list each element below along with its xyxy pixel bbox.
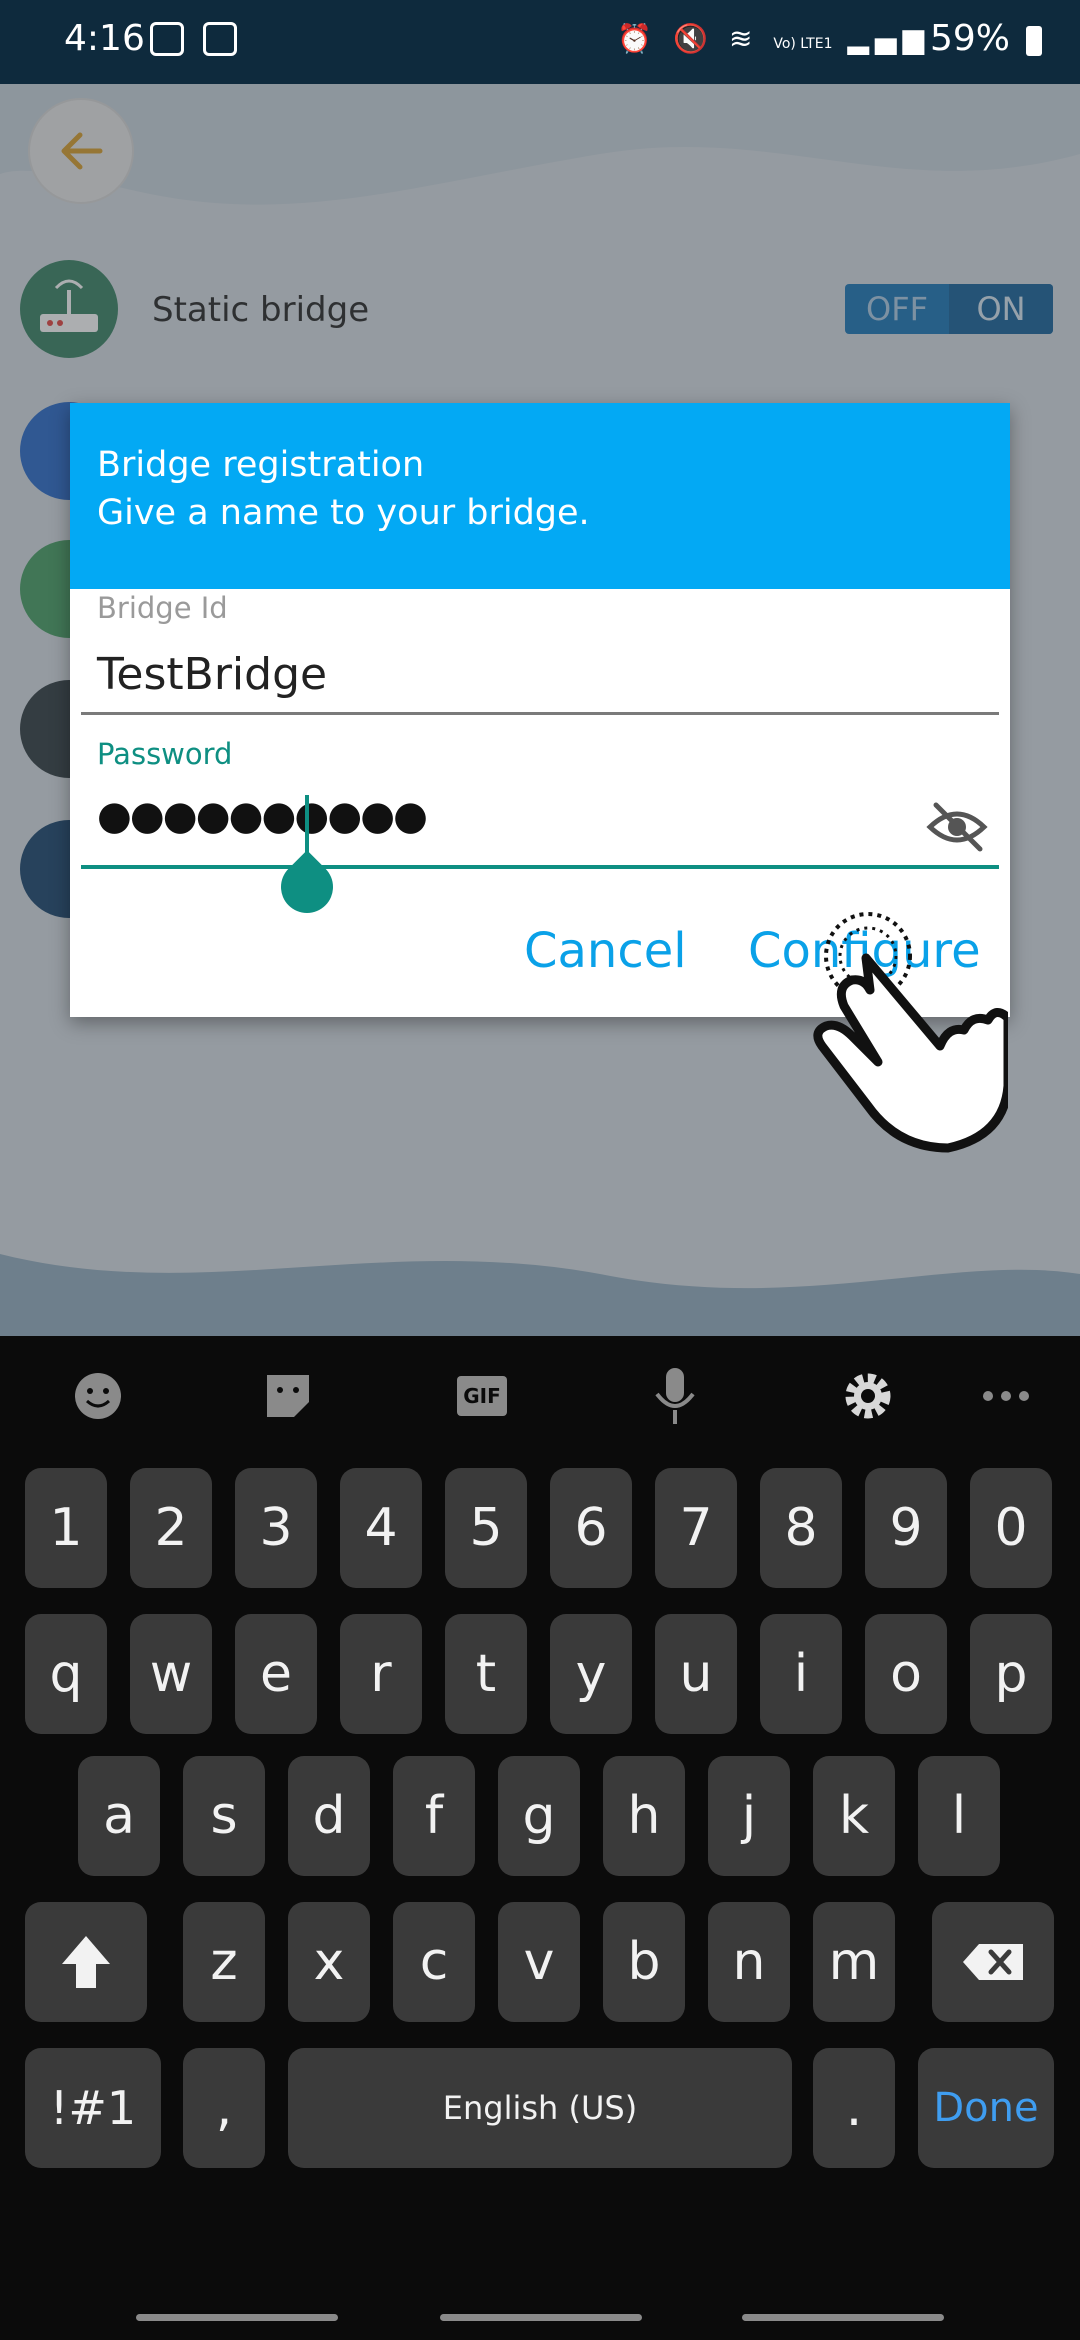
alarm-icon: ⏰ [617, 22, 659, 55]
key-0[interactable]: 0 [970, 1468, 1052, 1588]
key-w[interactable]: w [130, 1614, 212, 1734]
status-time: 4:16 [64, 18, 145, 59]
password-underline [81, 865, 999, 869]
key-n[interactable]: n [708, 1902, 790, 2022]
key-r[interactable]: r [340, 1614, 422, 1734]
sticker-icon[interactable] [258, 1366, 318, 1426]
key-y[interactable]: y [550, 1614, 632, 1734]
key-v[interactable]: v [498, 1902, 580, 2022]
nav-handle-center[interactable] [440, 2314, 642, 2321]
key-j[interactable]: j [708, 1756, 790, 1876]
soft-keyboard: GIF 1 2 3 4 5 6 7 8 9 0 q w e r t y u i … [0, 1336, 1080, 2340]
text-cursor [305, 795, 309, 857]
cursor-handle[interactable] [270, 850, 344, 924]
lte-label: Vo) LTE1 [773, 36, 833, 52]
key-1[interactable]: 1 [25, 1468, 107, 1588]
password-visibility-icon[interactable] [926, 799, 988, 855]
keyboard-toolbar: GIF [0, 1336, 1080, 1456]
comma-key[interactable]: , [183, 2048, 265, 2168]
mute-icon: 🔇 [673, 22, 715, 55]
key-i[interactable]: i [760, 1614, 842, 1734]
key-3[interactable]: 3 [235, 1468, 317, 1588]
cancel-button[interactable]: Cancel [524, 923, 687, 979]
tap-hand-icon [813, 912, 1008, 1153]
key-c[interactable]: c [393, 1902, 475, 2022]
key-2[interactable]: 2 [130, 1468, 212, 1588]
more-options-icon[interactable] [976, 1366, 1036, 1426]
key-f[interactable]: f [393, 1756, 475, 1876]
key-u[interactable]: u [655, 1614, 737, 1734]
key-s[interactable]: s [183, 1756, 265, 1876]
period-key[interactable]: . [813, 2048, 895, 2168]
key-g[interactable]: g [498, 1756, 580, 1876]
backspace-key[interactable] [932, 1902, 1054, 2022]
nav-handle-right[interactable] [742, 2314, 944, 2321]
key-o[interactable]: o [865, 1614, 947, 1734]
key-b[interactable]: b [603, 1902, 685, 2022]
status-bar: 4:16 ⏰ 🔇 ≋ Vo) LTE1 ▂▄▆ 59% [0, 0, 1080, 84]
battery-icon [1026, 26, 1042, 56]
shift-key[interactable] [25, 1902, 147, 2022]
key-k[interactable]: k [813, 1756, 895, 1876]
key-8[interactable]: 8 [760, 1468, 842, 1588]
password-field[interactable]: ●●●●●●●●●● [97, 793, 428, 839]
bridge-id-label: Bridge Id [97, 591, 228, 625]
gallery-notification-icon [203, 22, 238, 56]
gif-button[interactable]: GIF [452, 1366, 512, 1426]
nav-handle-left[interactable] [136, 2314, 338, 2321]
key-h[interactable]: h [603, 1756, 685, 1876]
space-key[interactable]: English (US) [288, 2048, 792, 2168]
password-label: Password [97, 737, 233, 771]
dialog-title: Bridge registration [97, 445, 425, 485]
key-d[interactable]: d [288, 1756, 370, 1876]
dialog-subtitle: Give a name to your bridge. [97, 493, 590, 533]
bridge-id-field[interactable]: TestBridge [97, 649, 327, 700]
backspace-icon [963, 1944, 1023, 1980]
key-5[interactable]: 5 [445, 1468, 527, 1588]
battery-percent: 59% [929, 18, 1010, 59]
notification-icons [150, 22, 251, 60]
key-9[interactable]: 9 [865, 1468, 947, 1588]
system-icons: ⏰ 🔇 ≋ Vo) LTE1 ▂▄▆ [617, 22, 930, 55]
key-a[interactable]: a [78, 1756, 160, 1876]
key-p[interactable]: p [970, 1614, 1052, 1734]
gif-label: GIF [457, 1376, 507, 1416]
bridge-id-underline [81, 712, 999, 715]
symbols-key[interactable]: !#1 [25, 2048, 161, 2168]
emoji-icon[interactable] [68, 1366, 128, 1426]
keyboard-settings-icon[interactable] [838, 1366, 898, 1426]
key-x[interactable]: x [288, 1902, 370, 2022]
key-m[interactable]: m [813, 1902, 895, 2022]
key-7[interactable]: 7 [655, 1468, 737, 1588]
microphone-icon[interactable] [645, 1366, 705, 1426]
dialog-header: Bridge registration Give a name to your … [70, 403, 1010, 589]
shift-arrow-icon [62, 1936, 110, 1988]
key-q[interactable]: q [25, 1614, 107, 1734]
signal-icon: ▂▄▆ [847, 22, 930, 55]
key-z[interactable]: z [183, 1902, 265, 2022]
key-6[interactable]: 6 [550, 1468, 632, 1588]
app-notification-icon [150, 22, 184, 56]
key-t[interactable]: t [445, 1614, 527, 1734]
key-e[interactable]: e [235, 1614, 317, 1734]
key-4[interactable]: 4 [340, 1468, 422, 1588]
wifi-icon: ≋ [728, 22, 759, 55]
done-key[interactable]: Done [918, 2048, 1054, 2168]
key-l[interactable]: l [918, 1756, 1000, 1876]
